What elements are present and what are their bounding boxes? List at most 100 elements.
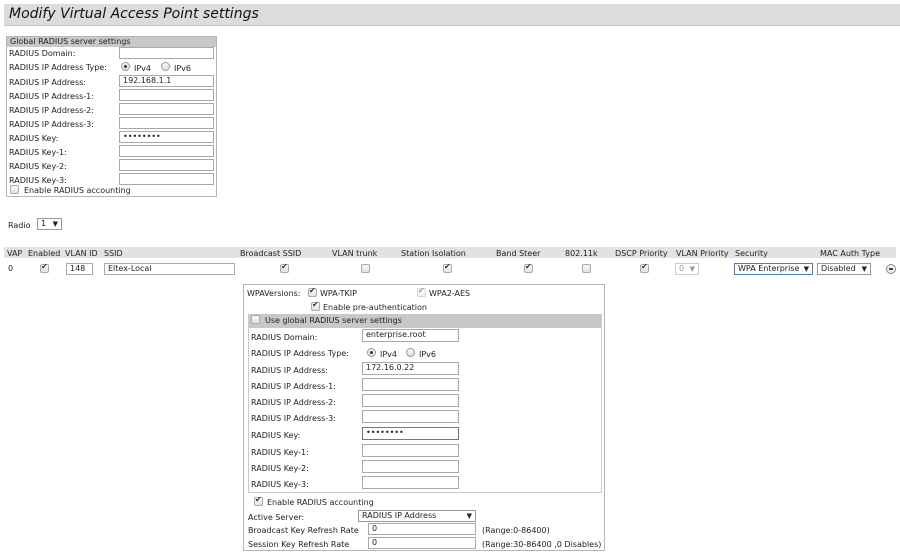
ipv4-label: IPv4 [380,350,398,359]
global-key-label: RADIUS Key: [9,134,59,143]
global-accounting-checkbox[interactable] [10,185,19,194]
wpa-versions-label: WPAVersions: [247,289,301,298]
dscp-priority-checkbox[interactable] [640,262,649,273]
chevron-down-icon: ▼ [689,265,695,273]
ip3-input[interactable] [362,410,459,423]
col-enabled: Enabled [28,249,61,258]
page-title: Modify Virtual Access Point settings [9,6,259,22]
wpa-tkip-checkbox[interactable] [308,286,317,297]
key3-label: RADIUS Key-3: [251,480,309,489]
ipv6-radio[interactable] [406,348,415,357]
global-key3-label: RADIUS Key-3: [9,176,67,185]
wpa2-aes-checkbox[interactable] [417,286,426,297]
ssid-input[interactable]: Eltex-Local [104,263,235,275]
broadcast-key-input[interactable]: 0 [368,523,476,535]
global-key-input[interactable]: •••••••• [119,131,214,143]
col-broadcast-ssid: Broadcast SSID [240,249,302,258]
wpa-tkip-label: WPA-TKIP [320,289,357,298]
col-vap: VAP [7,249,23,258]
collapse-button[interactable] [886,264,896,274]
global-ipv6-radio[interactable] [161,62,170,71]
chevron-down-icon: ▼ [861,265,867,273]
vlan-id-input[interactable]: 148 [66,263,93,275]
col-dscp-priority: DSCP Priority [615,249,668,258]
chevron-down-icon: ▼ [803,265,809,273]
accounting-label: Enable RADIUS accounting [267,498,374,507]
global-key2-input[interactable] [119,159,214,171]
active-server-select[interactable]: RADIUS IP Address ▼ [358,510,476,522]
ip1-label: RADIUS IP Address-1: [251,382,336,391]
global-ip1-input[interactable] [119,89,214,101]
vlan-priority-select[interactable]: 0 ▼ [675,263,699,275]
global-radius-header: Global RADIUS server settings [7,37,216,47]
global-accounting-label: Enable RADIUS accounting [24,186,131,195]
global-ip-type-label: RADIUS IP Address Type: [9,63,107,72]
global-key2-label: RADIUS Key-2: [9,162,67,171]
ip2-input[interactable] [362,394,459,407]
band-steer-checkbox[interactable] [524,262,533,273]
ip-input[interactable]: 172.16.0.22 [362,362,459,375]
global-ip-input[interactable]: 192.168.1.1 [119,75,214,87]
accounting-checkbox[interactable] [254,495,263,506]
col-vlan-priority: VLAN Priority [676,249,729,258]
key1-input[interactable] [362,444,459,457]
radio-select[interactable]: 1 ▼ [37,218,62,230]
ip1-input[interactable] [362,378,459,391]
preauth-label: Enable pre-authentication [323,303,427,312]
active-server-value: RADIUS IP Address [362,511,437,520]
security-value: WPA Enterprise [738,264,800,273]
key2-input[interactable] [362,460,459,473]
session-key-input[interactable]: 0 [368,537,476,549]
station-isolation-checkbox[interactable] [443,262,452,273]
broadcast-key-range: (Range:0-86400) [482,526,550,535]
mac-auth-type-select[interactable]: Disabled ▼ [817,263,871,275]
global-domain-input[interactable] [119,47,214,59]
col-vlan-id: VLAN ID [65,249,98,258]
wpa2-aes-label: WPA2-AES [429,289,471,298]
col-ssid: SSID [104,249,123,258]
global-ipv6-label: IPv6 [174,64,192,73]
radio-select-value: 1 [41,219,47,228]
global-ip1-label: RADIUS IP Address-1: [9,92,94,101]
global-key1-label: RADIUS Key-1: [9,148,67,157]
col-80211k: 802.11k [565,249,598,258]
80211k-checkbox[interactable] [582,264,591,273]
key1-label: RADIUS Key-1: [251,448,309,457]
use-global-checkbox[interactable] [251,315,260,324]
broadcast-key-label: Broadcast Key Refresh Rate [248,526,359,535]
chevron-down-icon: ▼ [52,220,58,228]
vlan-priority-value: 0 [679,264,685,273]
key2-label: RADIUS Key-2: [251,464,309,473]
key3-input[interactable] [362,476,459,489]
col-band-steer: Band Steer [496,249,541,258]
vap-index: 0 [8,264,14,273]
global-key1-input[interactable] [119,145,214,157]
col-security: Security [735,249,768,258]
vap-enabled-checkbox[interactable] [40,262,49,273]
ipv6-label: IPv6 [419,350,437,359]
key-label: RADIUS Key: [251,431,301,440]
global-ip3-label: RADIUS IP Address-3: [9,120,94,129]
session-key-range: (Range:30-86400 ,0 Disables) [482,540,602,549]
global-ip2-label: RADIUS IP Address-2: [9,106,94,115]
domain-input[interactable]: enterprise.root [362,329,459,342]
ip-type-label: RADIUS IP Address Type: [251,349,349,358]
vlan-trunk-checkbox[interactable] [361,264,370,273]
page-title-bar: Modify Virtual Access Point settings [4,4,900,26]
global-ipv4-label: IPv4 [134,64,152,73]
global-ip3-input[interactable] [119,117,214,129]
minus-icon [889,268,893,270]
security-select[interactable]: WPA Enterprise ▼ [734,263,813,275]
global-ipv4-radio[interactable] [121,62,130,71]
preauth-checkbox[interactable] [311,300,320,311]
global-ip2-input[interactable] [119,103,214,115]
global-domain-label: RADIUS Domain: [9,49,76,58]
ipv4-radio[interactable] [367,348,376,357]
use-global-label: Use global RADIUS server settings [265,316,402,325]
ip-label: RADIUS IP Address: [251,366,328,375]
global-key3-input[interactable] [119,173,214,185]
col-station-isolation: Station Isolation [401,249,466,258]
broadcast-ssid-checkbox[interactable] [280,262,289,273]
key-input[interactable]: •••••••• [362,427,459,440]
chevron-down-icon: ▼ [466,512,472,520]
